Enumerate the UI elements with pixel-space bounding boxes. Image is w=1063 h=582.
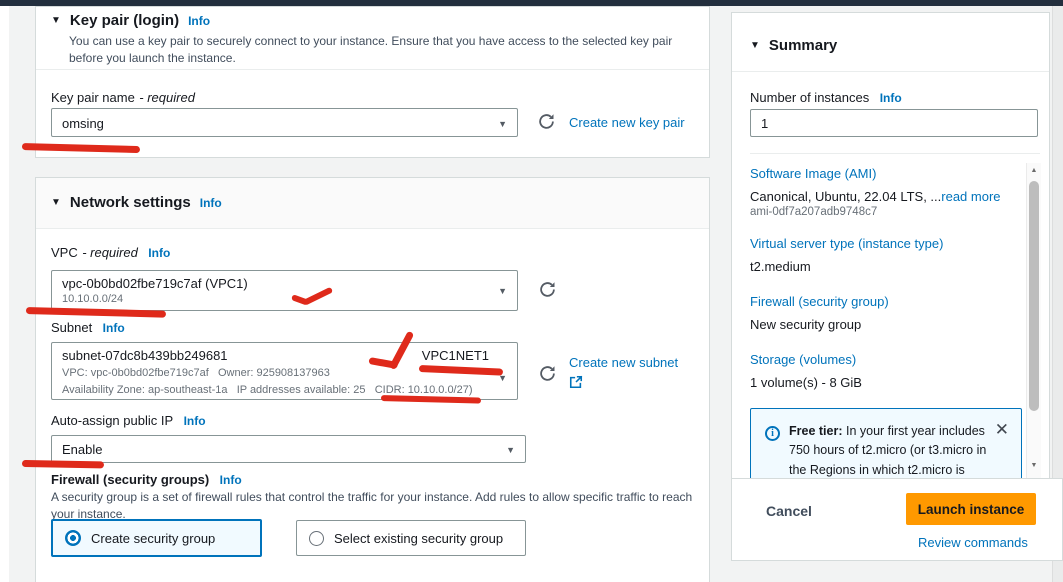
key-pair-header[interactable]: ▼ Key pair (login) Info bbox=[51, 12, 210, 29]
key-pair-name-label: Key pair name - required bbox=[51, 89, 195, 107]
divider bbox=[36, 69, 709, 70]
action-footer: Cancel Launch instance Review commands bbox=[731, 478, 1063, 561]
vpc-label: VPC - required Info bbox=[51, 244, 170, 262]
vpc-select[interactable]: vpc-0b0bd02fbe719c7af (VPC1) 10.10.0.0/2… bbox=[51, 270, 518, 311]
firewall-label: Firewall (security groups) Info bbox=[51, 471, 242, 489]
read-more-link[interactable]: read more bbox=[941, 189, 1000, 204]
refresh-icon[interactable] bbox=[538, 113, 555, 135]
info-link[interactable]: Info bbox=[220, 473, 242, 487]
section-title: Summary bbox=[769, 37, 837, 54]
red-underline-enable bbox=[22, 460, 104, 468]
info-link[interactable]: Info bbox=[103, 321, 125, 335]
ami-id: ami-0df7a207adb9748c7 bbox=[750, 206, 877, 218]
number-of-instances-input[interactable] bbox=[750, 109, 1038, 137]
key-pair-section: ▼ Key pair (login) Info You can use a ke… bbox=[35, 6, 710, 158]
network-settings-section: ▼ Network settings Info VPC - required I… bbox=[35, 177, 710, 582]
create-security-group-option[interactable]: Create security group bbox=[51, 519, 262, 557]
divider bbox=[732, 71, 1049, 72]
info-link[interactable]: Info bbox=[148, 246, 170, 260]
scroll-down-icon[interactable]: ▼ bbox=[1027, 462, 1041, 469]
info-link[interactable]: Info bbox=[188, 14, 210, 28]
ec2-launch-instance-page: ▼ Key pair (login) Info You can use a ke… bbox=[0, 0, 1063, 582]
auto-assign-ip-label: Auto-assign public IP Info bbox=[51, 412, 206, 430]
external-link-icon[interactable] bbox=[569, 375, 583, 394]
divider bbox=[750, 153, 1040, 154]
ami-link[interactable]: Software Image (AMI) bbox=[750, 166, 876, 181]
chevron-down-icon: ▼ bbox=[51, 197, 61, 208]
subnet-name: VPC1NET1 bbox=[422, 348, 489, 363]
scrollbar-thumb[interactable] bbox=[1029, 181, 1039, 411]
section-title: Key pair (login) bbox=[70, 12, 179, 29]
chevron-down-icon: ▼ bbox=[51, 15, 61, 26]
chevron-down-icon: ▼ bbox=[498, 286, 507, 296]
select-existing-security-group-option[interactable]: Select existing security group bbox=[296, 520, 526, 556]
info-link[interactable]: Info bbox=[184, 414, 206, 428]
summary-panel: ▼ Summary Number of instances Info Softw… bbox=[731, 12, 1050, 478]
scroll-up-icon[interactable]: ▲ bbox=[1027, 167, 1041, 174]
launch-instance-button[interactable]: Launch instance bbox=[906, 493, 1036, 525]
storage-link[interactable]: Storage (volumes) bbox=[750, 352, 856, 367]
number-of-instances-label: Number of instances Info bbox=[750, 89, 902, 107]
firewall-value: New security group bbox=[750, 317, 861, 332]
key-pair-select[interactable]: omsing ▼ bbox=[51, 108, 518, 137]
refresh-icon[interactable] bbox=[539, 365, 556, 387]
ami-description: Canonical, Ubuntu, 22.04 LTS, ...read mo… bbox=[750, 188, 1001, 206]
info-circle-icon: i bbox=[765, 426, 780, 441]
chevron-down-icon: ▼ bbox=[506, 445, 515, 455]
create-new-key-pair-link[interactable]: Create new key pair bbox=[569, 115, 685, 130]
auto-assign-ip-select[interactable]: Enable ▼ bbox=[51, 435, 526, 463]
refresh-icon[interactable] bbox=[539, 281, 556, 303]
summary-header[interactable]: ▼ Summary bbox=[750, 37, 837, 54]
storage-value: 1 volume(s) - 8 GiB bbox=[750, 375, 862, 390]
free-tier-text: Free tier: In your first year includes 7… bbox=[789, 422, 995, 478]
radio-selected-icon bbox=[65, 530, 81, 546]
radio-unselected-icon bbox=[309, 531, 324, 546]
info-link[interactable]: Info bbox=[200, 196, 222, 210]
chevron-down-icon: ▼ bbox=[750, 40, 760, 51]
key-pair-description: You can use a key pair to securely conne… bbox=[69, 33, 691, 68]
subnet-label: Subnet Info bbox=[51, 319, 125, 337]
info-link[interactable]: Info bbox=[880, 91, 902, 105]
free-tier-notice: i Free tier: In your first year includes… bbox=[750, 408, 1022, 478]
network-settings-header[interactable]: ▼ Network settings Info bbox=[36, 178, 709, 229]
chevron-down-icon: ▼ bbox=[498, 119, 507, 129]
section-title: Network settings bbox=[70, 194, 191, 211]
summary-scrollbar[interactable]: ▲ ▼ bbox=[1026, 163, 1041, 478]
review-commands-link[interactable]: Review commands bbox=[918, 535, 1028, 550]
firewall-link[interactable]: Firewall (security group) bbox=[750, 294, 889, 309]
instance-type-value: t2.medium bbox=[750, 259, 811, 274]
close-icon[interactable]: ✕ bbox=[995, 421, 1009, 438]
cancel-button[interactable]: Cancel bbox=[766, 503, 812, 519]
instance-type-link[interactable]: Virtual server type (instance type) bbox=[750, 236, 943, 251]
create-new-subnet-link[interactable]: Create new subnet bbox=[569, 355, 678, 370]
